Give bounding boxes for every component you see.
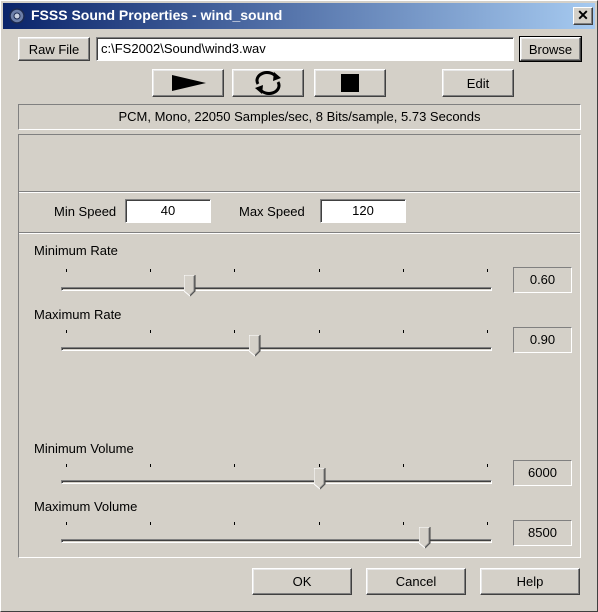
max-rate-value: 0.90 bbox=[529, 332, 556, 347]
min-volume-label: Minimum Volume bbox=[34, 441, 134, 456]
browse-button[interactable]: Browse bbox=[519, 36, 582, 62]
play-icon bbox=[172, 75, 206, 91]
slider-track[interactable] bbox=[61, 480, 492, 484]
sound-properties-dialog: FSSS Sound Properties - wind_sound ✕ Raw… bbox=[0, 0, 598, 612]
slider-tick bbox=[402, 522, 404, 525]
min-rate-value: 0.60 bbox=[529, 272, 556, 287]
min-rate-label: Minimum Rate bbox=[34, 243, 118, 258]
slider-tick bbox=[66, 522, 67, 525]
slider-tick bbox=[150, 330, 152, 333]
slider-thumb[interactable] bbox=[313, 468, 326, 490]
loop-icon bbox=[255, 71, 281, 95]
slider-tick bbox=[318, 330, 320, 333]
raw-file-label: Raw File bbox=[28, 41, 80, 57]
max-volume-value: 8500 bbox=[528, 525, 557, 540]
slider-tick bbox=[66, 464, 67, 467]
slider-thumb[interactable] bbox=[248, 335, 261, 357]
max-rate-value-box: 0.90 bbox=[513, 327, 572, 353]
slider-track[interactable] bbox=[61, 347, 492, 351]
slider-tick bbox=[234, 269, 236, 272]
slider-tick bbox=[318, 522, 320, 525]
max-volume-value-box: 8500 bbox=[513, 520, 572, 546]
speaker-app-icon bbox=[9, 8, 25, 24]
slider-tick bbox=[66, 269, 67, 272]
slider-tick bbox=[402, 330, 404, 333]
slider-tick bbox=[234, 330, 236, 333]
loop-button[interactable] bbox=[232, 69, 304, 97]
help-label: Help bbox=[516, 574, 544, 589]
slider-tick bbox=[318, 269, 320, 272]
slider-thumb[interactable] bbox=[184, 275, 196, 297]
close-button[interactable]: ✕ bbox=[573, 7, 593, 25]
slider-thumb[interactable] bbox=[419, 527, 431, 549]
file-path-text: c:\FS2002\Sound\wind3.wav bbox=[101, 41, 266, 56]
edit-button[interactable]: Edit bbox=[442, 69, 514, 97]
min-speed-input[interactable]: 40 bbox=[125, 199, 211, 223]
slider-tick bbox=[234, 522, 236, 525]
slider-tick bbox=[487, 464, 488, 467]
ok-label: OK bbox=[292, 574, 312, 589]
min-volume-value: 6000 bbox=[528, 465, 557, 480]
min-rate-value-box: 0.60 bbox=[513, 267, 572, 293]
slider-tick bbox=[150, 522, 152, 525]
browse-label: Browse bbox=[528, 41, 573, 57]
cancel-label: Cancel bbox=[395, 574, 437, 589]
slider-tick bbox=[150, 269, 152, 272]
ok-button[interactable]: OK bbox=[252, 568, 352, 595]
slider-tick bbox=[487, 269, 488, 272]
settings-panel bbox=[18, 134, 581, 558]
format-info-text: PCM, Mono, 22050 Samples/sec, 8 Bits/sam… bbox=[118, 109, 481, 124]
max-rate-label: Maximum Rate bbox=[34, 307, 122, 322]
format-info-bar: PCM, Mono, 22050 Samples/sec, 8 Bits/sam… bbox=[18, 104, 581, 130]
slider-tick bbox=[318, 464, 320, 467]
raw-file-button[interactable]: Raw File bbox=[18, 37, 90, 61]
edit-label: Edit bbox=[466, 75, 490, 91]
divider-speed bbox=[19, 232, 580, 234]
min-volume-value-box: 6000 bbox=[513, 460, 572, 486]
slider-tick bbox=[402, 464, 404, 467]
window-title: FSSS Sound Properties - wind_sound bbox=[31, 7, 283, 23]
slider-tick bbox=[487, 522, 488, 525]
cancel-button[interactable]: Cancel bbox=[366, 568, 466, 595]
close-icon: ✕ bbox=[577, 7, 589, 23]
divider-top bbox=[19, 191, 580, 193]
file-path-field[interactable]: c:\FS2002\Sound\wind3.wav bbox=[96, 37, 514, 61]
slider-tick bbox=[402, 269, 404, 272]
title-bar[interactable]: FSSS Sound Properties - wind_sound ✕ bbox=[3, 3, 595, 29]
help-button[interactable]: Help bbox=[480, 568, 580, 595]
slider-tick bbox=[487, 330, 488, 333]
play-button[interactable] bbox=[152, 69, 224, 97]
slider-tick bbox=[150, 464, 152, 467]
max-speed-label: Max Speed bbox=[239, 204, 305, 219]
max-speed-input[interactable]: 120 bbox=[320, 199, 406, 223]
stop-icon bbox=[341, 74, 359, 92]
slider-tick bbox=[66, 330, 67, 333]
slider-tick bbox=[234, 464, 236, 467]
slider-track[interactable] bbox=[61, 287, 492, 291]
min-speed-value: 40 bbox=[160, 203, 176, 218]
max-speed-value: 120 bbox=[352, 203, 374, 218]
min-speed-label: Min Speed bbox=[54, 204, 117, 219]
max-volume-label: Maximum Volume bbox=[34, 499, 138, 514]
stop-button[interactable] bbox=[314, 69, 386, 97]
